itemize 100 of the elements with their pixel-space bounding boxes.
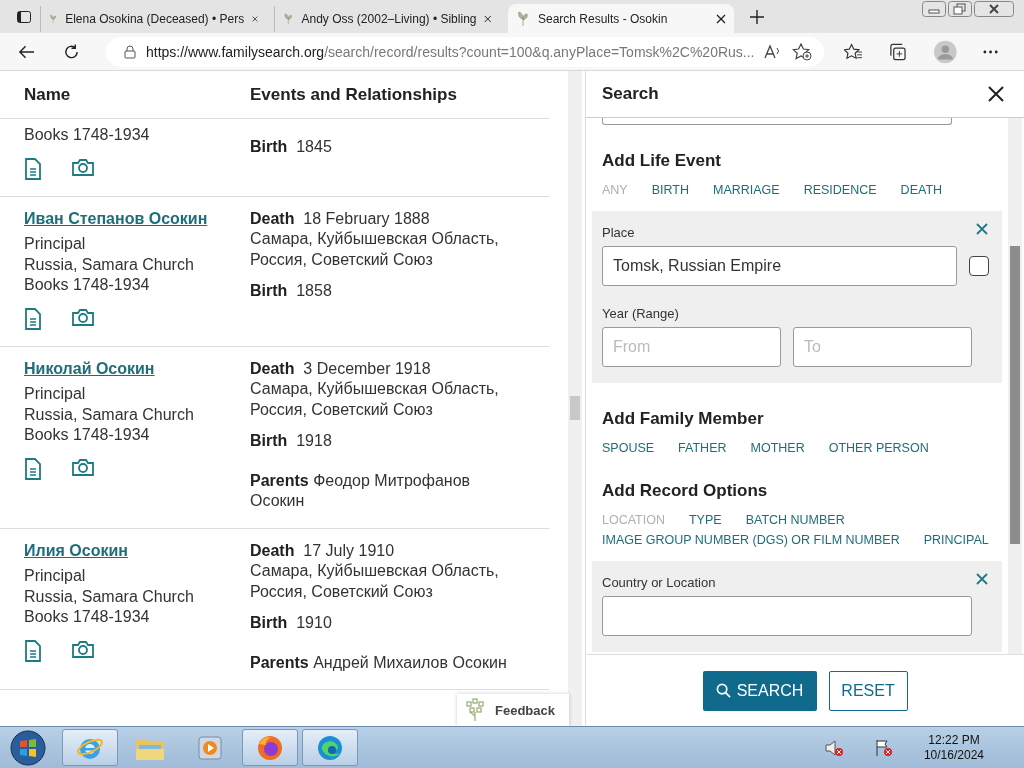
favorites-icon[interactable] bbox=[844, 42, 864, 61]
option-link[interactable]: BATCH NUMBER bbox=[745, 513, 845, 527]
person-link[interactable]: Иван Степанов Осокин bbox=[24, 208, 208, 229]
field-label: Country or Location bbox=[602, 575, 716, 590]
record-detail: Principal bbox=[24, 384, 86, 404]
field-label: Place bbox=[602, 225, 635, 240]
option-link[interactable]: RESIDENCE bbox=[803, 183, 877, 197]
option-link[interactable]: MARRIAGE bbox=[713, 183, 780, 197]
from-field[interactable]: From bbox=[602, 327, 781, 367]
section-heading: Add Life Event bbox=[602, 151, 721, 171]
option-link[interactable]: SPOUSE bbox=[602, 441, 655, 455]
option-link[interactable]: BIRTH bbox=[651, 183, 689, 197]
scrollbar[interactable] bbox=[1008, 118, 1022, 654]
clock-date: 10/16/2024 bbox=[923, 747, 984, 763]
restore-icon[interactable] bbox=[948, 1, 972, 17]
panel-title: Search bbox=[602, 84, 659, 104]
record-detail: Books 1748-1934 bbox=[24, 607, 150, 627]
record-detail: Russia, Samara Church bbox=[24, 586, 194, 607]
document-icon[interactable] bbox=[24, 307, 42, 330]
event-text: Death 17 July 1910 bbox=[250, 540, 395, 561]
address-field[interactable]: https://www.familysearch.org/search/record/results?count=100&q.anyPlace=Tomsk%2C%20Rus... bbox=[105, 36, 825, 67]
option-link[interactable]: DEATH bbox=[900, 183, 943, 197]
collections-icon[interactable] bbox=[889, 42, 909, 61]
option-link[interactable]: PRINCIPAL bbox=[923, 533, 989, 547]
option-link[interactable]: IMAGE GROUP NUMBER (DGS) OR FILM NUMBER bbox=[602, 533, 900, 547]
close-window-icon[interactable] bbox=[974, 1, 1014, 17]
option-link[interactable]: FATHER bbox=[678, 441, 727, 455]
section-heading: Add Record Options bbox=[602, 481, 768, 501]
close-icon[interactable] bbox=[484, 13, 492, 24]
event-place: Самара, Куйбышевская Область, Россия, Советский Союз bbox=[250, 561, 500, 602]
taskbar-app[interactable] bbox=[62, 729, 118, 766]
flag-error-icon[interactable] bbox=[873, 738, 894, 757]
feedback-button[interactable]: Feedback bbox=[457, 694, 569, 726]
camera-icon[interactable] bbox=[72, 457, 94, 476]
search-icon bbox=[715, 683, 731, 698]
minimize-icon[interactable] bbox=[922, 1, 946, 17]
search-button[interactable]: SEARCH bbox=[702, 670, 817, 711]
event-place: Самара, Куйбышевская Область, Россия, Советский Союз bbox=[250, 379, 500, 420]
record-detail: Books 1748-1934 bbox=[24, 425, 150, 445]
taskbar-app[interactable] bbox=[242, 729, 298, 766]
record-detail: Russia, Samara Church bbox=[24, 404, 194, 425]
media-player-icon bbox=[197, 734, 223, 761]
edge-icon bbox=[316, 733, 344, 762]
to-field[interactable]: To bbox=[793, 327, 972, 367]
option-link[interactable]: TYPE bbox=[689, 513, 722, 527]
parents-text: Parents Феодор Митрофанов Осокин bbox=[250, 470, 472, 511]
option-link[interactable]: OTHER PERSON bbox=[828, 441, 929, 455]
person-link[interactable]: Николай Осокин bbox=[24, 358, 155, 379]
event-place: Самара, Куйбышевская Область, Россия, Советский Союз bbox=[250, 229, 500, 270]
taskbar-app[interactable] bbox=[302, 729, 358, 766]
option-link[interactable]: MOTHER bbox=[750, 441, 805, 455]
place-field[interactable]: Tomsk, Russian Empire bbox=[602, 246, 957, 286]
firefox-icon bbox=[256, 733, 284, 762]
reset-button[interactable]: RESET bbox=[828, 670, 908, 711]
more-icon[interactable] bbox=[982, 49, 998, 54]
close-icon[interactable] bbox=[988, 86, 1004, 102]
record-detail: Russia, Samara Church bbox=[24, 254, 194, 275]
volume-muted-icon[interactable] bbox=[823, 738, 844, 757]
input-field[interactable] bbox=[602, 118, 952, 125]
url-text: https://www.familysearch.org/search/record/results?count=100&q.anyPlace=Tomsk%2C%20Rus... bbox=[145, 43, 755, 60]
camera-icon[interactable] bbox=[72, 157, 94, 176]
section-heading: Add Family Member bbox=[602, 409, 764, 429]
event-text: Death 18 February 1888 bbox=[250, 208, 430, 229]
event-text: Birth 1918 bbox=[250, 431, 332, 451]
document-icon[interactable] bbox=[24, 157, 42, 180]
event-text: Birth 1845 bbox=[250, 137, 332, 157]
lock-icon bbox=[123, 44, 136, 59]
profile-icon[interactable] bbox=[934, 39, 957, 64]
camera-icon[interactable] bbox=[72, 639, 94, 658]
back-icon[interactable] bbox=[18, 43, 35, 60]
record-detail: Books 1748-1934 bbox=[24, 275, 150, 295]
start-button[interactable] bbox=[10, 729, 46, 766]
event-text: Birth 1910 bbox=[250, 613, 332, 633]
parents-text: Parents Андрей Михаилов Осокин bbox=[250, 652, 508, 673]
column-header: Name bbox=[24, 84, 72, 105]
new-tab-icon[interactable] bbox=[750, 9, 764, 24]
browser-tab[interactable]: Elena Osokina (Deceased) • Pers bbox=[40, 5, 266, 32]
clock-time: 12:22 PM bbox=[928, 732, 980, 748]
record-detail: Principal bbox=[24, 234, 86, 254]
document-icon[interactable] bbox=[24, 639, 42, 662]
checkbox[interactable] bbox=[969, 256, 989, 276]
tab-actions-icon[interactable] bbox=[16, 8, 32, 25]
close-icon[interactable] bbox=[716, 13, 726, 24]
record-detail: Books 1748-1934 bbox=[24, 125, 150, 145]
column-header: Events and Relationships bbox=[250, 84, 457, 105]
camera-icon[interactable] bbox=[72, 307, 94, 326]
browser-tab[interactable]: Search Results - Osokin bbox=[508, 4, 734, 33]
browser-tab[interactable]: Andy Oss (2002–Living) • Sibling bbox=[274, 5, 500, 32]
leaf-icon bbox=[516, 10, 530, 27]
person-link[interactable]: Илия Осокин bbox=[24, 540, 128, 561]
document-icon[interactable] bbox=[24, 457, 42, 480]
refresh-icon[interactable] bbox=[63, 42, 80, 61]
record-detail: Principal bbox=[24, 566, 86, 586]
event-text: Birth 1858 bbox=[250, 281, 332, 301]
scrollbar[interactable] bbox=[568, 71, 582, 726]
location-field[interactable] bbox=[602, 596, 972, 636]
leaf-icon bbox=[283, 10, 294, 27]
favorite-add-icon[interactable] bbox=[792, 42, 813, 61]
event-text: Death 3 December 1918 bbox=[250, 358, 431, 379]
field-label: Year (Range) bbox=[602, 306, 679, 321]
